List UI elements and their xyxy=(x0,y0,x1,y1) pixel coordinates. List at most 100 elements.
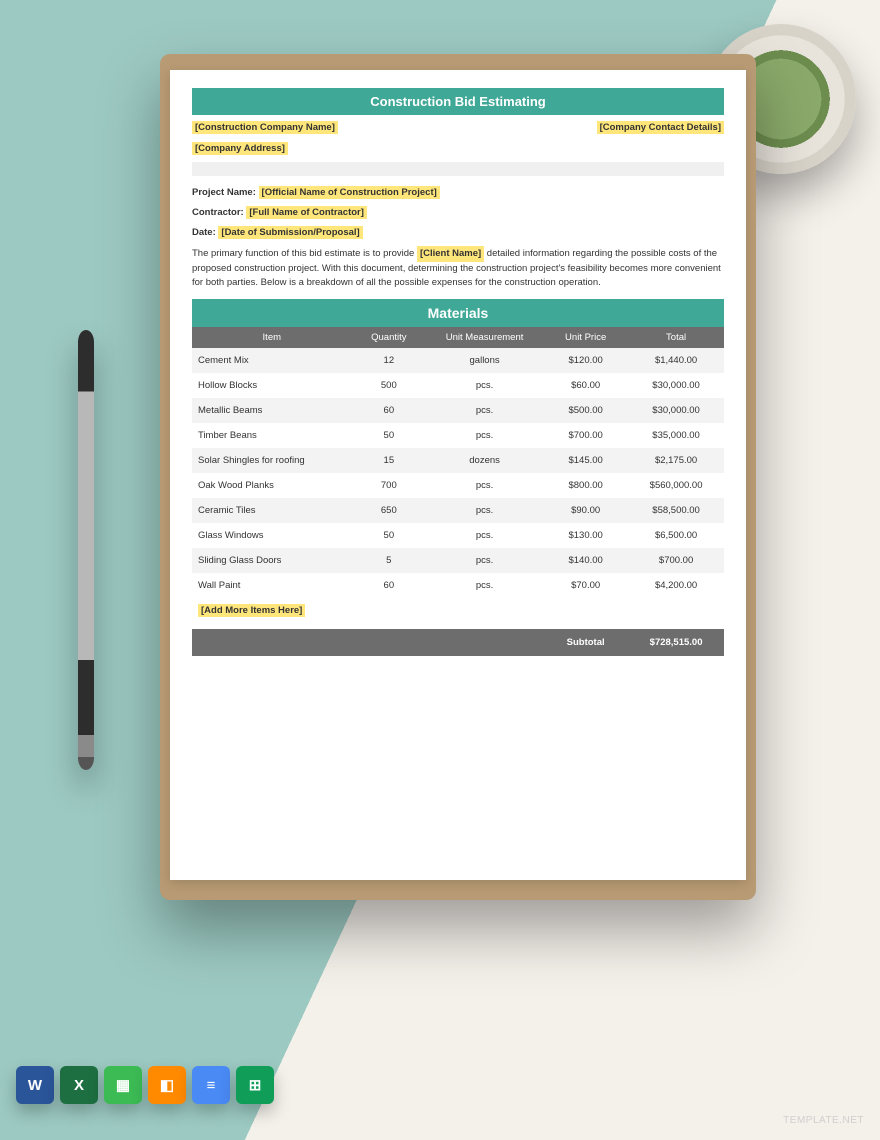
table-cell: 60 xyxy=(352,573,426,598)
table-cell: 15 xyxy=(352,448,426,473)
table-cell: $130.00 xyxy=(543,523,628,548)
table-cell: $30,000.00 xyxy=(628,373,724,398)
table-cell: Oak Wood Planks xyxy=(192,473,352,498)
table-cell: Metallic Beams xyxy=(192,398,352,423)
word-icon[interactable]: W xyxy=(16,1066,54,1104)
contractor-field: Contractor: [Full Name of Contractor] xyxy=(192,206,724,219)
table-cell: $500.00 xyxy=(543,398,628,423)
google-docs-icon[interactable]: ≡ xyxy=(192,1066,230,1104)
table-cell: pcs. xyxy=(426,573,543,598)
table-cell: pcs. xyxy=(426,473,543,498)
format-badges: W X ▦ ◧ ≡ ⊞ xyxy=(16,1066,274,1104)
table-cell: $140.00 xyxy=(543,548,628,573)
add-more-placeholder[interactable]: [Add More Items Here] xyxy=(198,604,305,617)
table-cell: Glass Windows xyxy=(192,523,352,548)
table-cell: $560,000.00 xyxy=(628,473,724,498)
google-sheets-icon[interactable]: ⊞ xyxy=(236,1066,274,1104)
table-cell: $1,440.00 xyxy=(628,348,724,373)
table-row: Oak Wood Planks700pcs.$800.00$560,000.00 xyxy=(192,473,724,498)
date-label: Date: xyxy=(192,227,216,238)
numbers-icon[interactable]: ▦ xyxy=(104,1066,142,1104)
table-cell: $700.00 xyxy=(628,548,724,573)
project-name-field: Project Name: [Official Name of Construc… xyxy=(192,186,724,199)
table-row: Wall Paint60pcs.$70.00$4,200.00 xyxy=(192,573,724,598)
table-cell: pcs. xyxy=(426,498,543,523)
table-header: Item Quantity Unit Measurement Unit Pric… xyxy=(192,327,724,348)
table-cell: $58,500.00 xyxy=(628,498,724,523)
description-paragraph: The primary function of this bid estimat… xyxy=(192,246,724,289)
table-cell: Sliding Glass Doors xyxy=(192,548,352,573)
table-cell: dozens xyxy=(426,448,543,473)
table-cell: $700.00 xyxy=(543,423,628,448)
table-cell: pcs. xyxy=(426,523,543,548)
watermark: TEMPLATE.NET xyxy=(783,1115,864,1126)
date-value[interactable]: [Date of Submission/Proposal] xyxy=(218,226,362,239)
project-name-label: Project Name: xyxy=(192,187,256,198)
table-cell: $6,500.00 xyxy=(628,523,724,548)
table-cell: 500 xyxy=(352,373,426,398)
col-item: Item xyxy=(192,327,352,348)
table-cell: $2,175.00 xyxy=(628,448,724,473)
table-cell: $35,000.00 xyxy=(628,423,724,448)
table-cell: gallons xyxy=(426,348,543,373)
company-name-placeholder[interactable]: [Construction Company Name] xyxy=(192,121,338,134)
company-address-placeholder[interactable]: [Company Address] xyxy=(192,142,288,155)
excel-icon[interactable]: X xyxy=(60,1066,98,1104)
table-cell: $800.00 xyxy=(543,473,628,498)
contractor-value[interactable]: [Full Name of Contractor] xyxy=(246,206,367,219)
table-cell: $30,000.00 xyxy=(628,398,724,423)
desc-pre: The primary function of this bid estimat… xyxy=(192,248,417,259)
table-row: Sliding Glass Doors5pcs.$140.00$700.00 xyxy=(192,548,724,573)
table-cell: $60.00 xyxy=(543,373,628,398)
col-quantity: Quantity xyxy=(352,327,426,348)
col-price: Unit Price xyxy=(543,327,628,348)
subtotal-row: Subtotal $728,515.00 xyxy=(192,629,724,656)
company-contact-placeholder[interactable]: [Company Contact Details] xyxy=(597,121,724,134)
company-header-row: [Construction Company Name] [Company Con… xyxy=(192,121,724,134)
table-cell: 650 xyxy=(352,498,426,523)
table-row: Hollow Blocks500pcs.$60.00$30,000.00 xyxy=(192,373,724,398)
table-cell: pcs. xyxy=(426,548,543,573)
table-cell: Wall Paint xyxy=(192,573,352,598)
subtotal-label: Subtotal xyxy=(543,629,628,656)
table-cell: 50 xyxy=(352,523,426,548)
table-row: Glass Windows50pcs.$130.00$6,500.00 xyxy=(192,523,724,548)
document-page: Construction Bid Estimating [Constructio… xyxy=(170,70,746,880)
col-unit: Unit Measurement xyxy=(426,327,543,348)
decorative-pen xyxy=(78,330,94,770)
table-cell: Cement Mix xyxy=(192,348,352,373)
table-cell: Hollow Blocks xyxy=(192,373,352,398)
table-row: Cement Mix12gallons$120.00$1,440.00 xyxy=(192,348,724,373)
table-cell: 700 xyxy=(352,473,426,498)
col-total: Total xyxy=(628,327,724,348)
table-row: Solar Shingles for roofing15dozens$145.0… xyxy=(192,448,724,473)
table-cell: pcs. xyxy=(426,398,543,423)
document-title: Construction Bid Estimating xyxy=(192,88,724,115)
project-name-value[interactable]: [Official Name of Construction Project] xyxy=(259,186,440,199)
add-more-row[interactable]: [Add More Items Here] xyxy=(192,598,724,623)
clipboard: Construction Bid Estimating [Constructio… xyxy=(160,54,756,900)
table-cell: $70.00 xyxy=(543,573,628,598)
table-row: Timber Beans50pcs.$700.00$35,000.00 xyxy=(192,423,724,448)
table-cell: 5 xyxy=(352,548,426,573)
subtotal-value: $728,515.00 xyxy=(628,629,724,656)
table-body: Cement Mix12gallons$120.00$1,440.00Hollo… xyxy=(192,348,724,598)
table-cell: $120.00 xyxy=(543,348,628,373)
table-cell: pcs. xyxy=(426,423,543,448)
table-cell: $90.00 xyxy=(543,498,628,523)
contractor-label: Contractor: xyxy=(192,207,244,218)
client-name-placeholder[interactable]: [Client Name] xyxy=(417,246,484,262)
table-cell: Solar Shingles for roofing xyxy=(192,448,352,473)
table-cell: 12 xyxy=(352,348,426,373)
table-cell: 50 xyxy=(352,423,426,448)
table-cell: pcs. xyxy=(426,373,543,398)
date-field: Date: [Date of Submission/Proposal] xyxy=(192,226,724,239)
divider-strip xyxy=(192,162,724,176)
table-cell: 60 xyxy=(352,398,426,423)
table-row: Metallic Beams60pcs.$500.00$30,000.00 xyxy=(192,398,724,423)
pages-icon[interactable]: ◧ xyxy=(148,1066,186,1104)
table-cell: Ceramic Tiles xyxy=(192,498,352,523)
table-row: Ceramic Tiles650pcs.$90.00$58,500.00 xyxy=(192,498,724,523)
materials-section-title: Materials xyxy=(192,299,724,327)
table-cell: Timber Beans xyxy=(192,423,352,448)
